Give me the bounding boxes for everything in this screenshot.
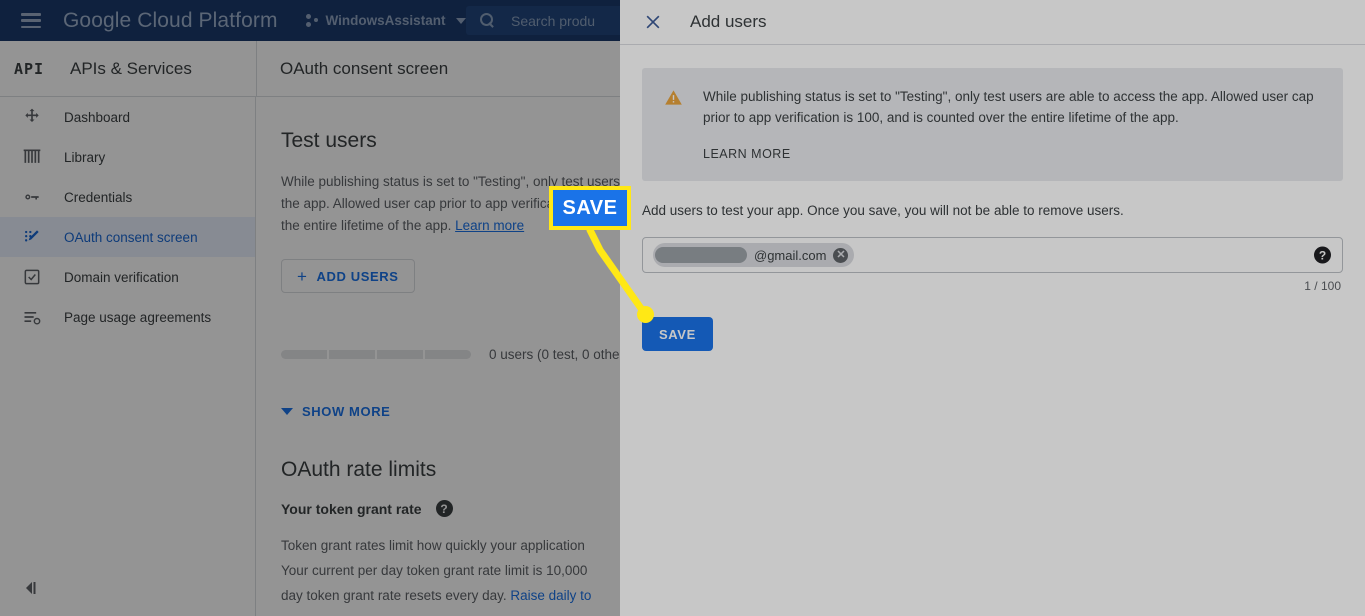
dialog-body: While publishing status is set to "Testi… [620,45,1365,351]
save-button[interactable]: SAVE [642,317,713,351]
screen: Google Cloud Platform WindowsAssistant S… [0,0,1365,616]
warning-text: While publishing status is set to "Testi… [703,89,1314,125]
warning-banner: While publishing status is set to "Testi… [642,68,1343,181]
email-chip[interactable]: @gmail.com ✕ [653,243,855,267]
dialog-title: Add users [690,12,767,31]
add-users-dialog: Add users While publishing status is set… [620,0,1365,616]
warning-learn-more-button[interactable]: LEARN MORE [703,147,791,161]
chip-remove-icon[interactable]: ✕ [833,247,849,263]
dialog-header: Add users [620,0,1365,45]
warning-triangle-icon [664,88,683,107]
user-counter: 1 / 100 [1304,279,1341,293]
test-users-input[interactable]: @gmail.com ✕ ? [642,237,1343,273]
email-chip-domain: @gmail.com [754,247,827,263]
redacted-email-block [655,247,747,263]
help-icon[interactable]: ? [1314,246,1331,264]
close-icon[interactable] [643,12,663,32]
dialog-subtitle: Add users to test your app. Once you sav… [642,203,1124,218]
